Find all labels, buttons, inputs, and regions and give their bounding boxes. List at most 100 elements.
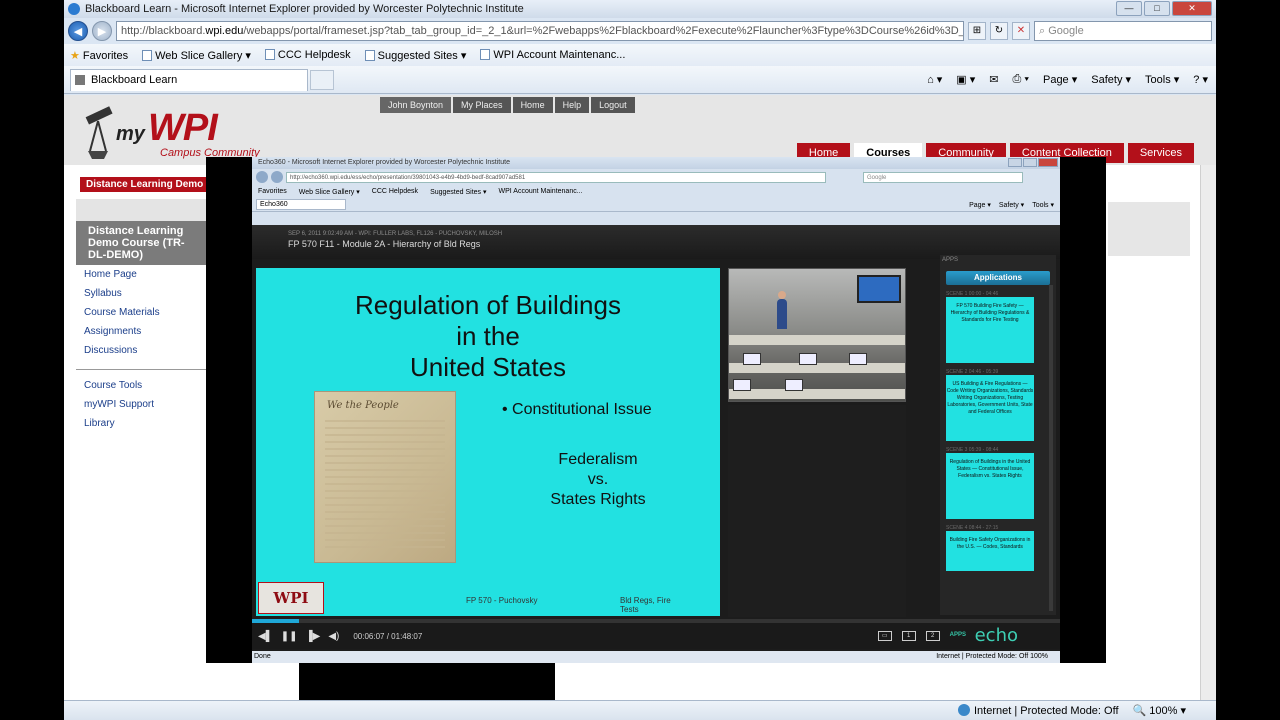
echo-page-menu[interactable]: Page ▾: [969, 201, 991, 209]
home-link[interactable]: Home: [512, 97, 553, 113]
echo-safety-menu[interactable]: Safety ▾: [999, 201, 1024, 209]
scene-thumb-2[interactable]: SCENE 2 04:46 - 05:39 US Building & Fire…: [946, 369, 1036, 441]
fav-ccc-helpdesk[interactable]: CCC Helpdesk: [264, 49, 351, 61]
home-icon[interactable]: ⌂ ▾: [927, 73, 942, 86]
scene-thumb-3[interactable]: SCENE 3 05:39 - 08:44 Regulation of Buil…: [946, 447, 1036, 519]
echo-maximize-button[interactable]: [1023, 158, 1037, 167]
echo-statusbar: Done Internet | Protected Mode: Off 100%: [252, 651, 1060, 663]
search-input[interactable]: ⌕ Google: [1034, 21, 1212, 41]
command-bar: ⌂ ▾ ▣ ▾ ✉ ⎙ ▾ Page ▾ Safety ▾ Tools ▾ ? …: [927, 73, 1216, 86]
rewind-icon[interactable]: ◀▌: [258, 631, 273, 642]
echo-tools-menu[interactable]: Tools ▾: [1032, 201, 1054, 209]
forward-button[interactable]: ▶: [92, 21, 112, 41]
echo-search-input[interactable]: Google: [863, 171, 1023, 183]
zone-status: Internet | Protected Mode: Off: [958, 704, 1119, 717]
menu-library[interactable]: Library: [76, 414, 206, 433]
apps-toggle-button[interactable]: APPS: [950, 631, 966, 641]
projector-screen: [857, 275, 901, 303]
logout-link[interactable]: Logout: [591, 97, 635, 113]
maximize-button[interactable]: □: [1144, 1, 1170, 16]
tab-blackboard[interactable]: Blackboard Learn: [70, 68, 308, 91]
menu-syllabus[interactable]: Syllabus: [76, 284, 206, 303]
menu-toolbar: [76, 199, 206, 221]
echo-address-bar[interactable]: http://echo360.wpi.edu/ess/echo/presenta…: [286, 171, 826, 183]
page-icon: [75, 75, 85, 85]
print-icon[interactable]: ⎙ ▾: [1013, 73, 1029, 86]
page-menu[interactable]: Page ▾: [1043, 73, 1077, 86]
echo-tab-row: Echo360 Page ▾ Safety ▾ Tools ▾: [252, 198, 1060, 212]
echo-fav-ccc-helpdesk[interactable]: CCC Helpdesk: [372, 188, 418, 195]
pause-icon[interactable]: ❚❚: [281, 631, 298, 642]
page-icon: [480, 49, 491, 60]
tools-menu[interactable]: Tools ▾: [1145, 73, 1179, 86]
menu-course-tools[interactable]: Course Tools: [76, 376, 206, 395]
menu-assignments[interactable]: Assignments: [76, 322, 206, 341]
monitor: [799, 353, 817, 365]
help-link[interactable]: Help: [554, 97, 590, 113]
layout-buttons: ▭ 1 2 APPS: [877, 631, 1060, 641]
echo-player: SEP 6, 2011 9:02:49 AM - WPI: FULLER LAB…: [252, 225, 1060, 663]
course-title[interactable]: Distance Learning Demo Course (TR-DL-DEM…: [76, 221, 206, 265]
safety-menu[interactable]: Safety ▾: [1091, 73, 1131, 86]
view-1-icon[interactable]: 1: [901, 631, 916, 641]
echo-close-button[interactable]: [1038, 158, 1058, 167]
apps-scrollbar[interactable]: [1049, 285, 1053, 611]
echo-minimize-button[interactable]: [1008, 158, 1022, 167]
new-tab-button[interactable]: [310, 69, 334, 90]
zoom-label: 100%: [1149, 705, 1178, 717]
close-button[interactable]: ✕: [1172, 1, 1212, 16]
slide-footer-course: FP 570 - Puchovsky: [466, 596, 538, 605]
tab-label: Blackboard Learn: [91, 74, 178, 86]
echo-fav-favorites[interactable]: Favorites: [258, 188, 287, 195]
favorites-bar: ★ Favorites Web Slice Gallery ▾ CCC Helpd…: [64, 44, 1216, 66]
echo-back-button[interactable]: [256, 171, 268, 183]
document-lines: [325, 420, 445, 550]
star-icon: ★: [70, 49, 80, 62]
echo-fav-wpi-account[interactable]: WPI Account Maintenanc...: [499, 188, 583, 195]
footer-topic-line2: Tests: [620, 605, 639, 614]
compat-icon[interactable]: ⊞: [968, 22, 986, 40]
menu-home-page[interactable]: Home Page: [76, 265, 206, 284]
echo-tab[interactable]: Echo360: [256, 199, 346, 210]
stop-icon[interactable]: ✕: [1012, 22, 1030, 40]
refresh-icon[interactable]: ↻: [990, 22, 1008, 40]
address-bar[interactable]: http://blackboard. wpi.edu/webapps/portal…: [116, 21, 964, 41]
breadcrumb[interactable]: Distance Learning Demo Co: [80, 177, 226, 192]
help-icon[interactable]: ? ▾: [1193, 73, 1208, 86]
video-below-area: [728, 405, 906, 617]
fav-wpi-account[interactable]: WPI Account Maintenanc...: [480, 49, 625, 61]
fav-suggested-sites[interactable]: Suggested Sites ▾: [364, 49, 466, 62]
echo-forward-button[interactable]: [271, 171, 283, 183]
echo-fav-suggested[interactable]: Suggested Sites ▾: [430, 188, 486, 196]
fav-label: CCC Helpdesk: [277, 49, 351, 61]
feeds-icon[interactable]: ▣ ▾: [956, 73, 975, 86]
mail-icon[interactable]: ✉: [989, 73, 998, 86]
layout-toggle-icon[interactable]: ▭: [877, 631, 892, 641]
fav-web-slice[interactable]: Web Slice Gallery ▾: [142, 49, 251, 62]
thumb-image: Building Fire Safety Organizations in th…: [946, 531, 1034, 571]
applications-button[interactable]: Applications: [946, 271, 1050, 285]
view-2-icon[interactable]: 2: [925, 631, 940, 641]
mywpi-logo[interactable]: my WPI Campus Community: [66, 97, 262, 161]
fed-line2: vs.: [587, 471, 609, 488]
menu-discussions[interactable]: Discussions: [76, 341, 206, 360]
page-scrollbar[interactable]: [1200, 165, 1216, 700]
back-button[interactable]: ◀: [68, 21, 88, 41]
minimize-button[interactable]: —: [1116, 1, 1142, 16]
zoom-control[interactable]: 🔍 100% ▾: [1133, 704, 1186, 717]
scene-thumb-4[interactable]: SCENE 4 08:44 - 27:15 Building Fire Safe…: [946, 525, 1036, 571]
scene-thumb-1[interactable]: SCENE 1 00:00 - 04:46 FP 570 Building Fi…: [946, 291, 1036, 363]
tab-services[interactable]: Services: [1127, 143, 1194, 163]
menu-course-materials[interactable]: Course Materials: [76, 303, 206, 322]
echo-fav-web-slice[interactable]: Web Slice Gallery ▾: [299, 188, 360, 196]
menu-mywpi-support[interactable]: myWPI Support: [76, 395, 206, 414]
forward-icon[interactable]: ▐▶: [306, 631, 321, 642]
volume-icon[interactable]: ◀): [328, 631, 339, 642]
favorites-label: Favorites: [82, 49, 129, 62]
classroom-video[interactable]: [728, 268, 906, 402]
my-places-link[interactable]: My Places: [453, 97, 511, 113]
black-region-bottom: [299, 663, 555, 700]
thumb-image: Regulation of Buildings in the United St…: [946, 453, 1034, 519]
user-link[interactable]: John Boynton: [380, 97, 452, 113]
favorites-button[interactable]: ★ Favorites: [70, 49, 128, 62]
